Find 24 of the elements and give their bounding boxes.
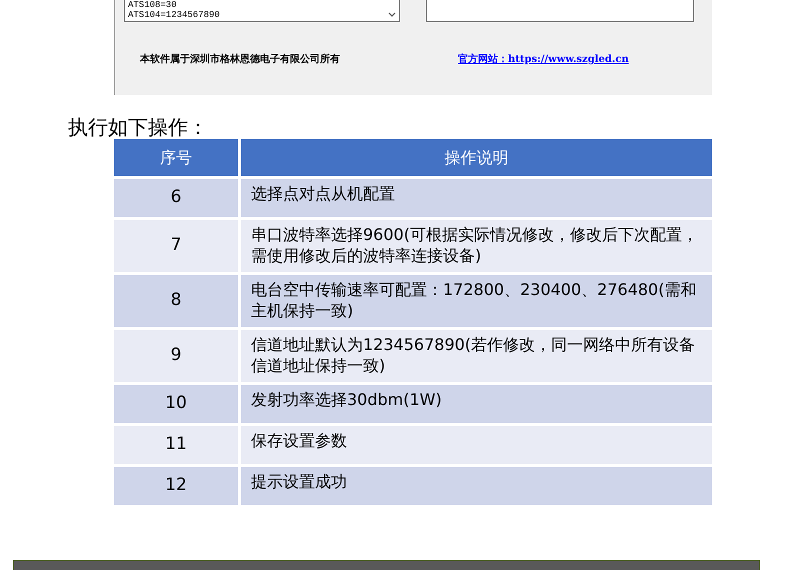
copyright-text: 本软件属于深圳市格林恩德电子有限公司所有 bbox=[140, 52, 341, 67]
log-line: ATS108=30 bbox=[128, 0, 177, 10]
log-textarea[interactable]: ATS108=30 ATS104=1234567890 bbox=[124, 0, 400, 22]
table-cell: 7 bbox=[114, 220, 238, 272]
table-cell: 9 bbox=[114, 330, 238, 382]
table-cell: 保存设置参数 bbox=[241, 426, 712, 464]
table-cell: 电台空中传输速率可配置：172800、230400、276480(需和主机保持一致) bbox=[241, 275, 712, 327]
table-cell: 串口波特率选择9600(可根据实际情况修改，修改后下次配置，需使用修改后的波特率连接设备) bbox=[241, 220, 712, 272]
table-cell: 选择点对点从机配置 bbox=[241, 179, 712, 217]
table-cell: 12 bbox=[114, 467, 238, 505]
log-line: ATS104=1234567890 bbox=[128, 10, 220, 20]
column-header: 序号 bbox=[114, 139, 238, 176]
table-cell: 10 bbox=[114, 385, 238, 423]
table-cell: 8 bbox=[114, 275, 238, 327]
table-cell: 发射功率选择30dbm(1W) bbox=[241, 385, 712, 423]
column-header: 操作说明 bbox=[241, 139, 712, 176]
scroll-down-icon[interactable] bbox=[388, 12, 396, 18]
intro-text: 执行如下操作： bbox=[68, 115, 208, 139]
output-textarea[interactable] bbox=[426, 0, 694, 22]
table-cell: 6 bbox=[114, 179, 238, 217]
website-link[interactable]: 官方网站：https://www.szgled.cn bbox=[458, 52, 629, 67]
table-cell: 11 bbox=[114, 426, 238, 464]
table-cell: 提示设置成功 bbox=[241, 467, 712, 505]
table-cell: 信道地址默认为1234567890(若作修改，同一网络中所有设备信道地址保持一致) bbox=[241, 330, 712, 382]
